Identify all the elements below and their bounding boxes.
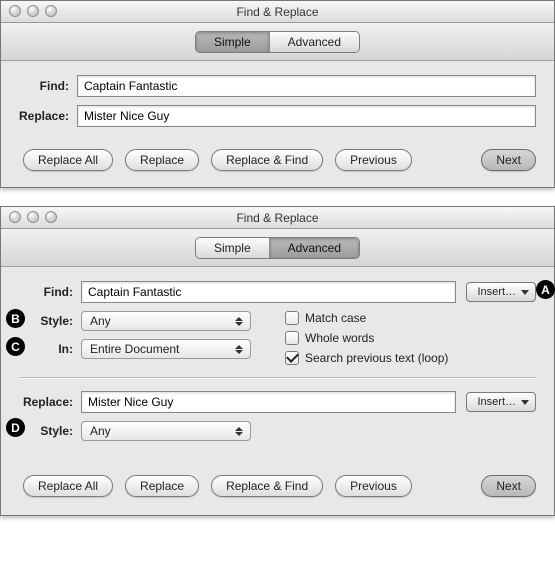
replace-label: Replace: — [19, 395, 81, 409]
advanced-panel: Find: Insert… Style: Any In: — [1, 267, 554, 515]
callout-b: B — [6, 309, 25, 328]
find-label: Find: — [19, 79, 77, 93]
insert-label: Insert… — [477, 286, 516, 298]
titlebar[interactable]: Find & Replace — [1, 207, 554, 229]
replace-all-button[interactable]: Replace All — [23, 475, 113, 497]
stepper-icon — [231, 317, 246, 326]
next-button[interactable]: Next — [481, 475, 536, 497]
style-label: Style: — [19, 424, 81, 438]
in-combo[interactable]: Entire Document — [81, 339, 251, 359]
stepper-icon — [231, 427, 246, 436]
dropdown-icon — [521, 290, 529, 295]
replace-style-combo[interactable]: Any — [81, 421, 251, 441]
window-title: Find & Replace — [236, 211, 318, 225]
close-icon[interactable] — [9, 5, 21, 17]
search-previous-checkbox[interactable] — [285, 351, 299, 365]
minimize-icon[interactable] — [27, 5, 39, 17]
match-case-label: Match case — [305, 311, 366, 325]
find-replace-window-advanced: Find & Replace Simple Advanced Find: Ins… — [0, 206, 555, 516]
replace-find-button[interactable]: Replace & Find — [211, 475, 323, 497]
zoom-icon[interactable] — [45, 211, 57, 223]
whole-words-checkbox[interactable] — [285, 331, 299, 345]
tab-group: Simple Advanced — [195, 237, 360, 259]
replace-button[interactable]: Replace — [125, 475, 199, 497]
tab-bar: Simple Advanced — [1, 23, 554, 61]
replace-input[interactable] — [81, 391, 456, 413]
simple-panel: Find: Replace: Replace All Replace Repla… — [1, 61, 554, 187]
in-value: Entire Document — [90, 342, 179, 356]
search-previous-label: Search previous text (loop) — [305, 351, 448, 365]
find-style-combo[interactable]: Any — [81, 311, 251, 331]
find-style-value: Any — [90, 314, 111, 328]
tab-simple[interactable]: Simple — [196, 238, 270, 258]
button-row: Replace All Replace Replace & Find Previ… — [19, 475, 536, 497]
window-title: Find & Replace — [236, 5, 318, 19]
previous-button[interactable]: Previous — [335, 149, 412, 171]
replace-style-value: Any — [90, 424, 111, 438]
stepper-icon — [231, 345, 246, 354]
zoom-icon[interactable] — [45, 5, 57, 17]
tab-simple[interactable]: Simple — [196, 32, 270, 52]
match-case-checkbox[interactable] — [285, 311, 299, 325]
replace-find-button[interactable]: Replace & Find — [211, 149, 323, 171]
find-input[interactable] — [81, 281, 456, 303]
options-checks: Match case Whole words Search previous t… — [285, 311, 448, 365]
button-row: Replace All Replace Replace & Find Previ… — [19, 149, 536, 171]
find-label: Find: — [19, 285, 81, 299]
tab-advanced[interactable]: Advanced — [270, 32, 359, 52]
tab-bar: Simple Advanced — [1, 229, 554, 267]
replace-all-button[interactable]: Replace All — [23, 149, 113, 171]
callout-a: A — [536, 280, 555, 299]
close-icon[interactable] — [9, 211, 21, 223]
replace-input[interactable] — [77, 105, 536, 127]
next-button[interactable]: Next — [481, 149, 536, 171]
tab-group: Simple Advanced — [195, 31, 360, 53]
window-controls — [9, 211, 57, 223]
insert-label: Insert… — [477, 396, 516, 408]
divider — [19, 377, 536, 379]
find-replace-window-simple: Find & Replace Simple Advanced Find: Rep… — [0, 0, 555, 188]
replace-label: Replace: — [19, 109, 77, 123]
callout-d: D — [6, 418, 25, 437]
insert-replace-button[interactable]: Insert… — [466, 392, 536, 412]
whole-words-label: Whole words — [305, 331, 374, 345]
previous-button[interactable]: Previous — [335, 475, 412, 497]
find-input[interactable] — [77, 75, 536, 97]
style-label: Style: — [19, 314, 81, 328]
in-label: In: — [19, 342, 81, 356]
tab-advanced[interactable]: Advanced — [270, 238, 359, 258]
replace-button[interactable]: Replace — [125, 149, 199, 171]
callout-c: C — [6, 337, 25, 356]
insert-find-button[interactable]: Insert… — [466, 282, 536, 302]
window-controls — [9, 5, 57, 17]
dropdown-icon — [521, 400, 529, 405]
minimize-icon[interactable] — [27, 211, 39, 223]
titlebar[interactable]: Find & Replace — [1, 1, 554, 23]
